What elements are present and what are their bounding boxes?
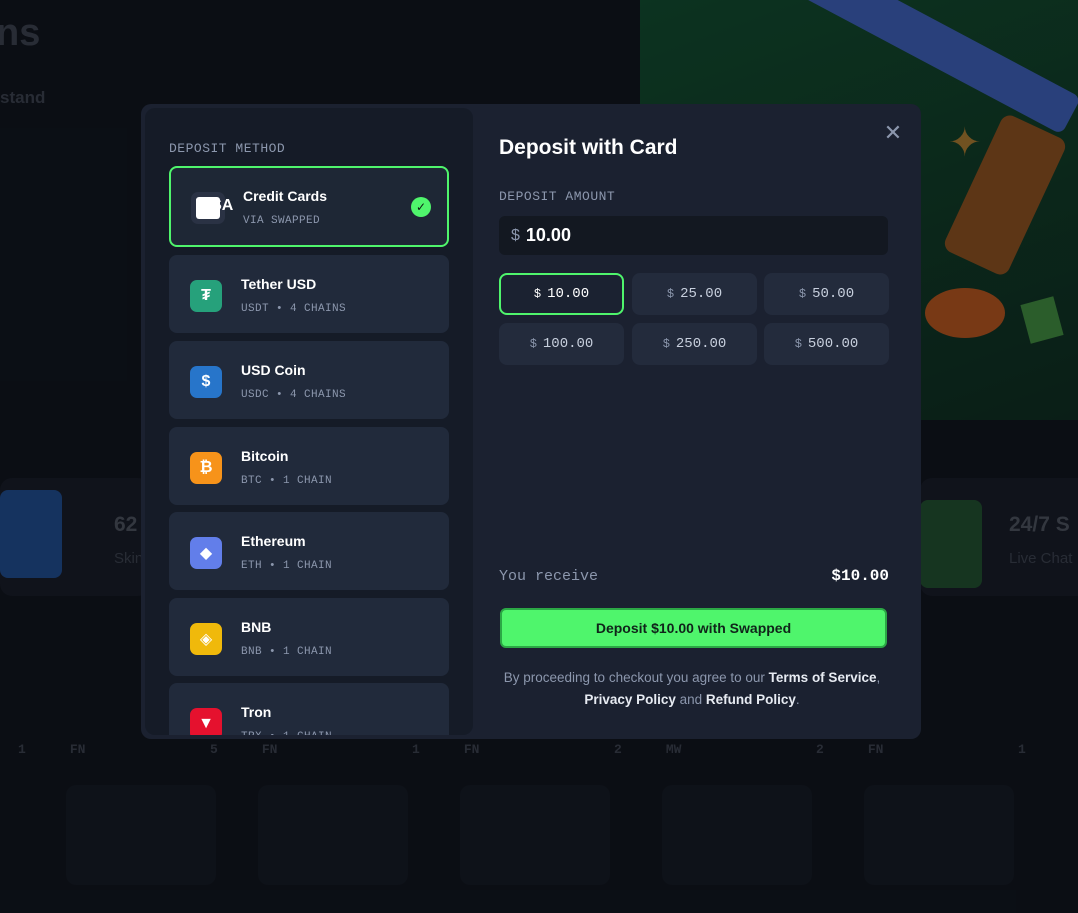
terms-comma: , bbox=[876, 670, 881, 685]
terms-and: and bbox=[675, 692, 706, 707]
currency-symbol: $ bbox=[511, 226, 520, 244]
tron-icon: ▼ bbox=[190, 708, 222, 735]
deposit-method-sub: TRX • 1 CHAIN bbox=[241, 731, 332, 735]
preset-value: 250.00 bbox=[675, 336, 727, 352]
amount-preset-button[interactable]: $10.00 bbox=[499, 273, 624, 315]
preset-value: 50.00 bbox=[812, 286, 855, 302]
terms-notice: By proceeding to checkout you agree to o… bbox=[496, 667, 888, 711]
receive-label: You receive bbox=[499, 568, 599, 585]
deposit-method-sub: BNB • 1 CHAIN bbox=[241, 646, 333, 658]
preset-value: 500.00 bbox=[807, 336, 859, 352]
deposit-method-name: BNB bbox=[241, 619, 272, 635]
deposit-method-name: Bitcoin bbox=[241, 448, 289, 464]
usdc-icon: $ bbox=[190, 366, 222, 398]
bnb-icon: ◈ bbox=[190, 623, 222, 655]
preset-value: 10.00 bbox=[547, 286, 590, 302]
preset-currency: $ bbox=[794, 337, 802, 351]
deposit-method-name: USD Coin bbox=[241, 362, 306, 378]
amount-field[interactable]: $ bbox=[499, 216, 888, 255]
deposit-method-sub: USDT • 4 CHAINS bbox=[241, 303, 347, 315]
refund-policy-link[interactable]: Refund Policy bbox=[706, 692, 796, 707]
amount-preset-button[interactable]: $100.00 bbox=[499, 323, 624, 365]
terms-prefix: By proceeding to checkout you agree to o… bbox=[503, 670, 769, 685]
deposit-amount-label: DEPOSIT AMOUNT bbox=[499, 189, 616, 204]
deposit-method-tron[interactable]: ▼ Tron TRX • 1 CHAIN bbox=[169, 683, 449, 735]
deposit-method-sub: VIA SWAPPED bbox=[243, 215, 321, 227]
deposit-button[interactable]: Deposit $10.00 with Swapped bbox=[500, 608, 887, 648]
bitcoin-icon: ₿ bbox=[190, 452, 222, 484]
deposit-method-ethereum[interactable]: ◆ Ethereum ETH • 1 CHAIN bbox=[169, 512, 449, 590]
preset-currency: $ bbox=[666, 287, 675, 301]
preset-currency: $ bbox=[533, 287, 542, 301]
preset-value: 100.00 bbox=[542, 336, 594, 352]
terms-of-service-link[interactable]: Terms of Service bbox=[769, 670, 877, 685]
deposit-modal: DEPOSIT METHOD VISA Credit Cards VIA SWAPP… bbox=[141, 104, 921, 739]
preset-currency: $ bbox=[529, 337, 537, 351]
deposit-method-bnb[interactable]: ◈ BNB BNB • 1 CHAIN bbox=[169, 598, 449, 676]
deposit-method-credit-cards[interactable]: VISA Credit Cards VIA SWAPPED ✓ bbox=[169, 166, 449, 247]
deposit-method-name: Credit Cards bbox=[243, 188, 328, 204]
receive-value: $10.00 bbox=[831, 567, 889, 585]
deposit-method-tether-usd[interactable]: ₮ Tether USD USDT • 4 CHAINS bbox=[169, 255, 449, 333]
deposit-method-sub: ETH • 1 CHAIN bbox=[241, 560, 333, 572]
amount-preset-button[interactable]: $50.00 bbox=[764, 273, 889, 315]
deposit-method-label: DEPOSIT METHOD bbox=[169, 141, 286, 156]
deposit-method-bitcoin[interactable]: ₿ Bitcoin BTC • 1 CHAIN bbox=[169, 427, 449, 505]
tether-icon: ₮ bbox=[190, 280, 222, 312]
modal-title: Deposit with Card bbox=[499, 136, 678, 159]
deposit-method-name: Tron bbox=[241, 704, 272, 720]
close-icon[interactable]: ✕ bbox=[883, 122, 903, 144]
deposit-method-sub: USDC • 4 CHAINS bbox=[241, 389, 347, 401]
preset-currency: $ bbox=[798, 287, 807, 301]
amount-preset-button[interactable]: $25.00 bbox=[632, 273, 757, 315]
amount-preset-button[interactable]: $500.00 bbox=[764, 323, 889, 365]
deposit-method-name: Tether USD bbox=[241, 276, 317, 292]
check-icon: ✓ bbox=[411, 197, 431, 217]
credit-card-icon: VISA bbox=[191, 192, 233, 224]
privacy-policy-link[interactable]: Privacy Policy bbox=[584, 692, 676, 707]
deposit-method-name: Ethereum bbox=[241, 533, 306, 549]
amount-preset-button[interactable]: $250.00 bbox=[632, 323, 757, 365]
preset-currency: $ bbox=[662, 337, 670, 351]
deposit-method-list: DEPOSIT METHOD VISA Credit Cards VIA SWAPP… bbox=[145, 108, 473, 735]
preset-value: 25.00 bbox=[680, 286, 723, 302]
terms-end: . bbox=[795, 692, 800, 707]
amount-input[interactable] bbox=[525, 225, 826, 246]
ethereum-icon: ◆ bbox=[190, 537, 222, 569]
deposit-method-sub: BTC • 1 CHAIN bbox=[241, 475, 333, 487]
deposit-method-usd-coin[interactable]: $ USD Coin USDC • 4 CHAINS bbox=[169, 341, 449, 419]
